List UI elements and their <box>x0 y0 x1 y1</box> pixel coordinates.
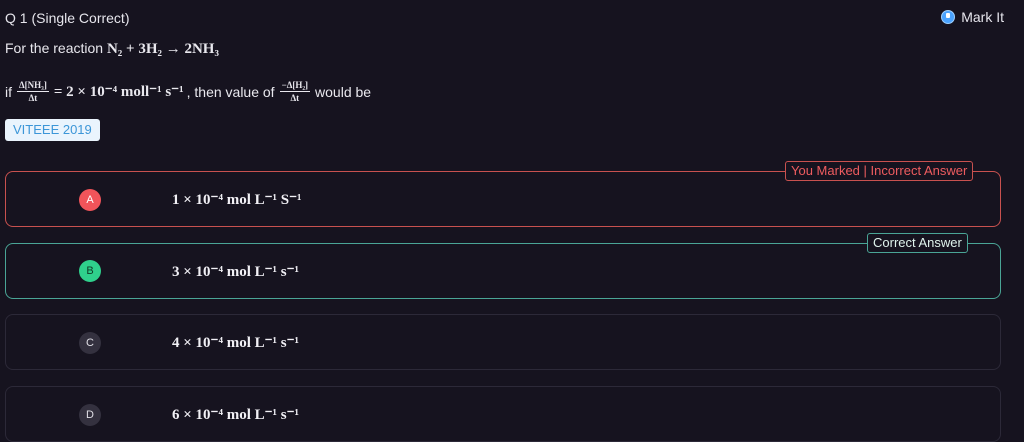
mark-it-label: Mark It <box>961 9 1004 25</box>
question-header: Q 1 (Single Correct) <box>5 10 130 26</box>
rate-fraction-h2: −Δ[H₂] Δt <box>279 80 311 103</box>
question-prefix: For the reaction <box>5 40 107 56</box>
option-text: 1 × 10⁻⁴ mol L⁻¹ S⁻¹ <box>172 192 302 208</box>
reaction-equation: N₂ + 3H₂ → 2NH₃ <box>106 41 219 57</box>
fraction-numerator: −Δ[H₂] <box>279 80 311 92</box>
option-letter: A <box>79 189 101 211</box>
if-text: if <box>5 83 12 100</box>
rate-value: = 2 × 10⁻⁴ moll⁻¹ s⁻¹ <box>53 84 184 100</box>
question-line-1: For the reaction N₂ + 3H₂ → 2NH₃ <box>5 40 219 58</box>
fraction-denominator: Δt <box>28 93 38 103</box>
option-c[interactable]: C 4 × 10⁻⁴ mol L⁻¹ s⁻¹ <box>5 314 1001 370</box>
option-b[interactable]: B 3 × 10⁻⁴ mol L⁻¹ s⁻¹ <box>5 243 1001 299</box>
option-letter: B <box>79 260 101 282</box>
option-text: 6 × 10⁻⁴ mol L⁻¹ s⁻¹ <box>172 407 300 423</box>
fraction-denominator: Δt <box>290 93 300 103</box>
bookmark-icon <box>941 10 956 24</box>
would-be-text: would be <box>315 83 372 100</box>
incorrect-answer-badge: You Marked | Incorrect Answer <box>785 161 974 181</box>
correct-answer-badge: Correct Answer <box>867 233 968 253</box>
option-text: 3 × 10⁻⁴ mol L⁻¹ s⁻¹ <box>172 264 300 280</box>
rate-fraction-nh3: Δ[NH₃] Δt <box>17 80 49 103</box>
mark-it-button[interactable]: Mark It <box>941 9 1004 25</box>
fraction-numerator: Δ[NH₃] <box>17 80 49 92</box>
exam-tag: VITEEE 2019 <box>5 119 100 141</box>
question-line-2: if Δ[NH₃] Δt = 2 × 10⁻⁴ moll⁻¹ s⁻¹ , the… <box>5 80 371 103</box>
option-text: 4 × 10⁻⁴ mol L⁻¹ s⁻¹ <box>172 335 300 351</box>
option-letter: C <box>79 332 101 354</box>
option-letter: D <box>79 404 101 426</box>
option-d[interactable]: D 6 × 10⁻⁴ mol L⁻¹ s⁻¹ <box>5 386 1001 442</box>
then-text: , then value of <box>186 83 275 100</box>
